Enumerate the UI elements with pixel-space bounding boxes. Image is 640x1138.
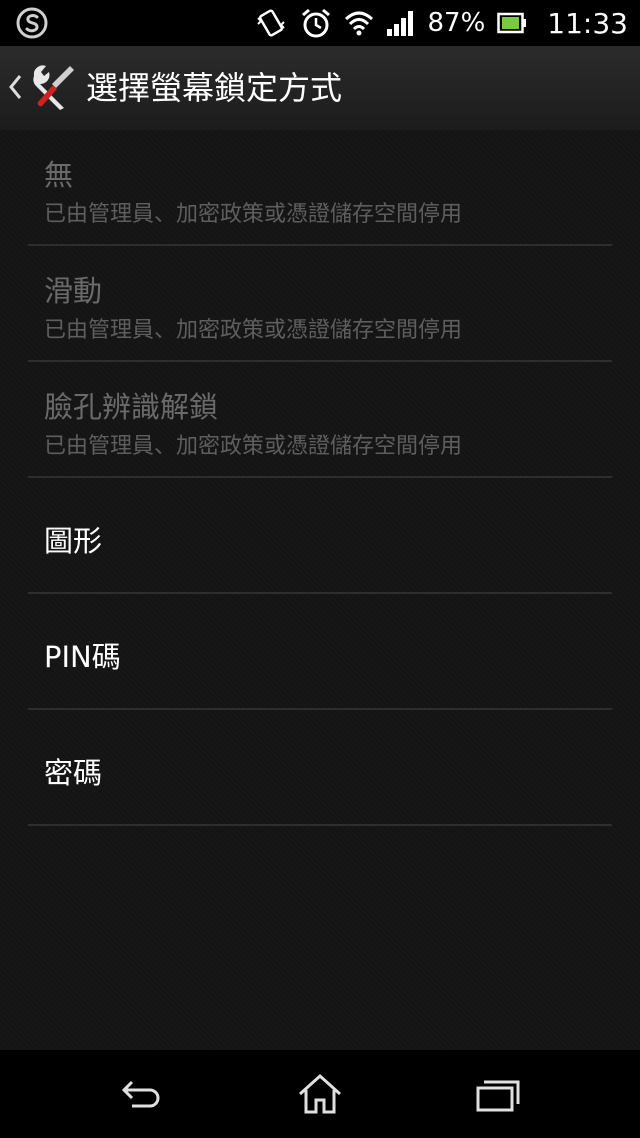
option-title: 圖形 [44, 524, 103, 558]
battery-icon [497, 12, 527, 34]
action-bar: 選擇螢幕鎖定方式 [0, 46, 640, 132]
option-title: 密碼 [44, 756, 103, 790]
home-icon[interactable] [296, 1072, 344, 1116]
sony-s-icon [16, 7, 48, 39]
option-title: 無 [44, 158, 74, 192]
option-summary: 已由管理員、加密政策或憑證儲存空間停用 [44, 202, 463, 227]
option-password[interactable]: 密碼 [28, 710, 612, 826]
option-title: 滑動 [44, 274, 103, 308]
status-bar: 87% 11:33 [0, 0, 640, 46]
status-icons: 87% 11:33 [254, 0, 628, 46]
option-face-unlock: 臉孔辨識解鎖 已由管理員、加密政策或憑證儲存空間停用 [28, 362, 612, 478]
alarm-icon [301, 8, 330, 38]
signal-icon [386, 11, 413, 36]
option-summary: 已由管理員、加密政策或憑證儲存空間停用 [44, 318, 463, 343]
back-chevron-icon[interactable] [6, 70, 24, 104]
vibrate-icon [256, 9, 285, 37]
page-title: 選擇螢幕鎖定方式 [86, 69, 343, 107]
navigation-bar [0, 1050, 640, 1138]
option-summary: 已由管理員、加密政策或憑證儲存空間停用 [44, 434, 463, 459]
screen: 87% 11:33 選擇螢幕鎖定方式 無 已由管理員、加密政策或憑證儲存空間停用 [0, 0, 640, 1138]
back-icon[interactable] [118, 1072, 166, 1116]
battery-percent: 87% [427, 8, 486, 38]
option-swipe: 滑動 已由管理員、加密政策或憑證儲存空間停用 [28, 246, 612, 362]
option-pattern[interactable]: 圖形 [28, 478, 612, 594]
settings-tools-icon[interactable] [26, 62, 76, 112]
option-title: 臉孔辨識解鎖 [44, 390, 219, 424]
lock-options-list: 無 已由管理員、加密政策或憑證儲存空間停用 滑動 已由管理員、加密政策或憑證儲存… [0, 130, 640, 1050]
clock: 11:33 [547, 6, 628, 40]
option-none: 無 已由管理員、加密政策或憑證儲存空間停用 [28, 130, 612, 246]
recents-icon[interactable] [474, 1072, 522, 1116]
option-title: PIN碼 [44, 640, 121, 674]
option-pin[interactable]: PIN碼 [28, 594, 612, 710]
wifi-icon [344, 11, 373, 36]
